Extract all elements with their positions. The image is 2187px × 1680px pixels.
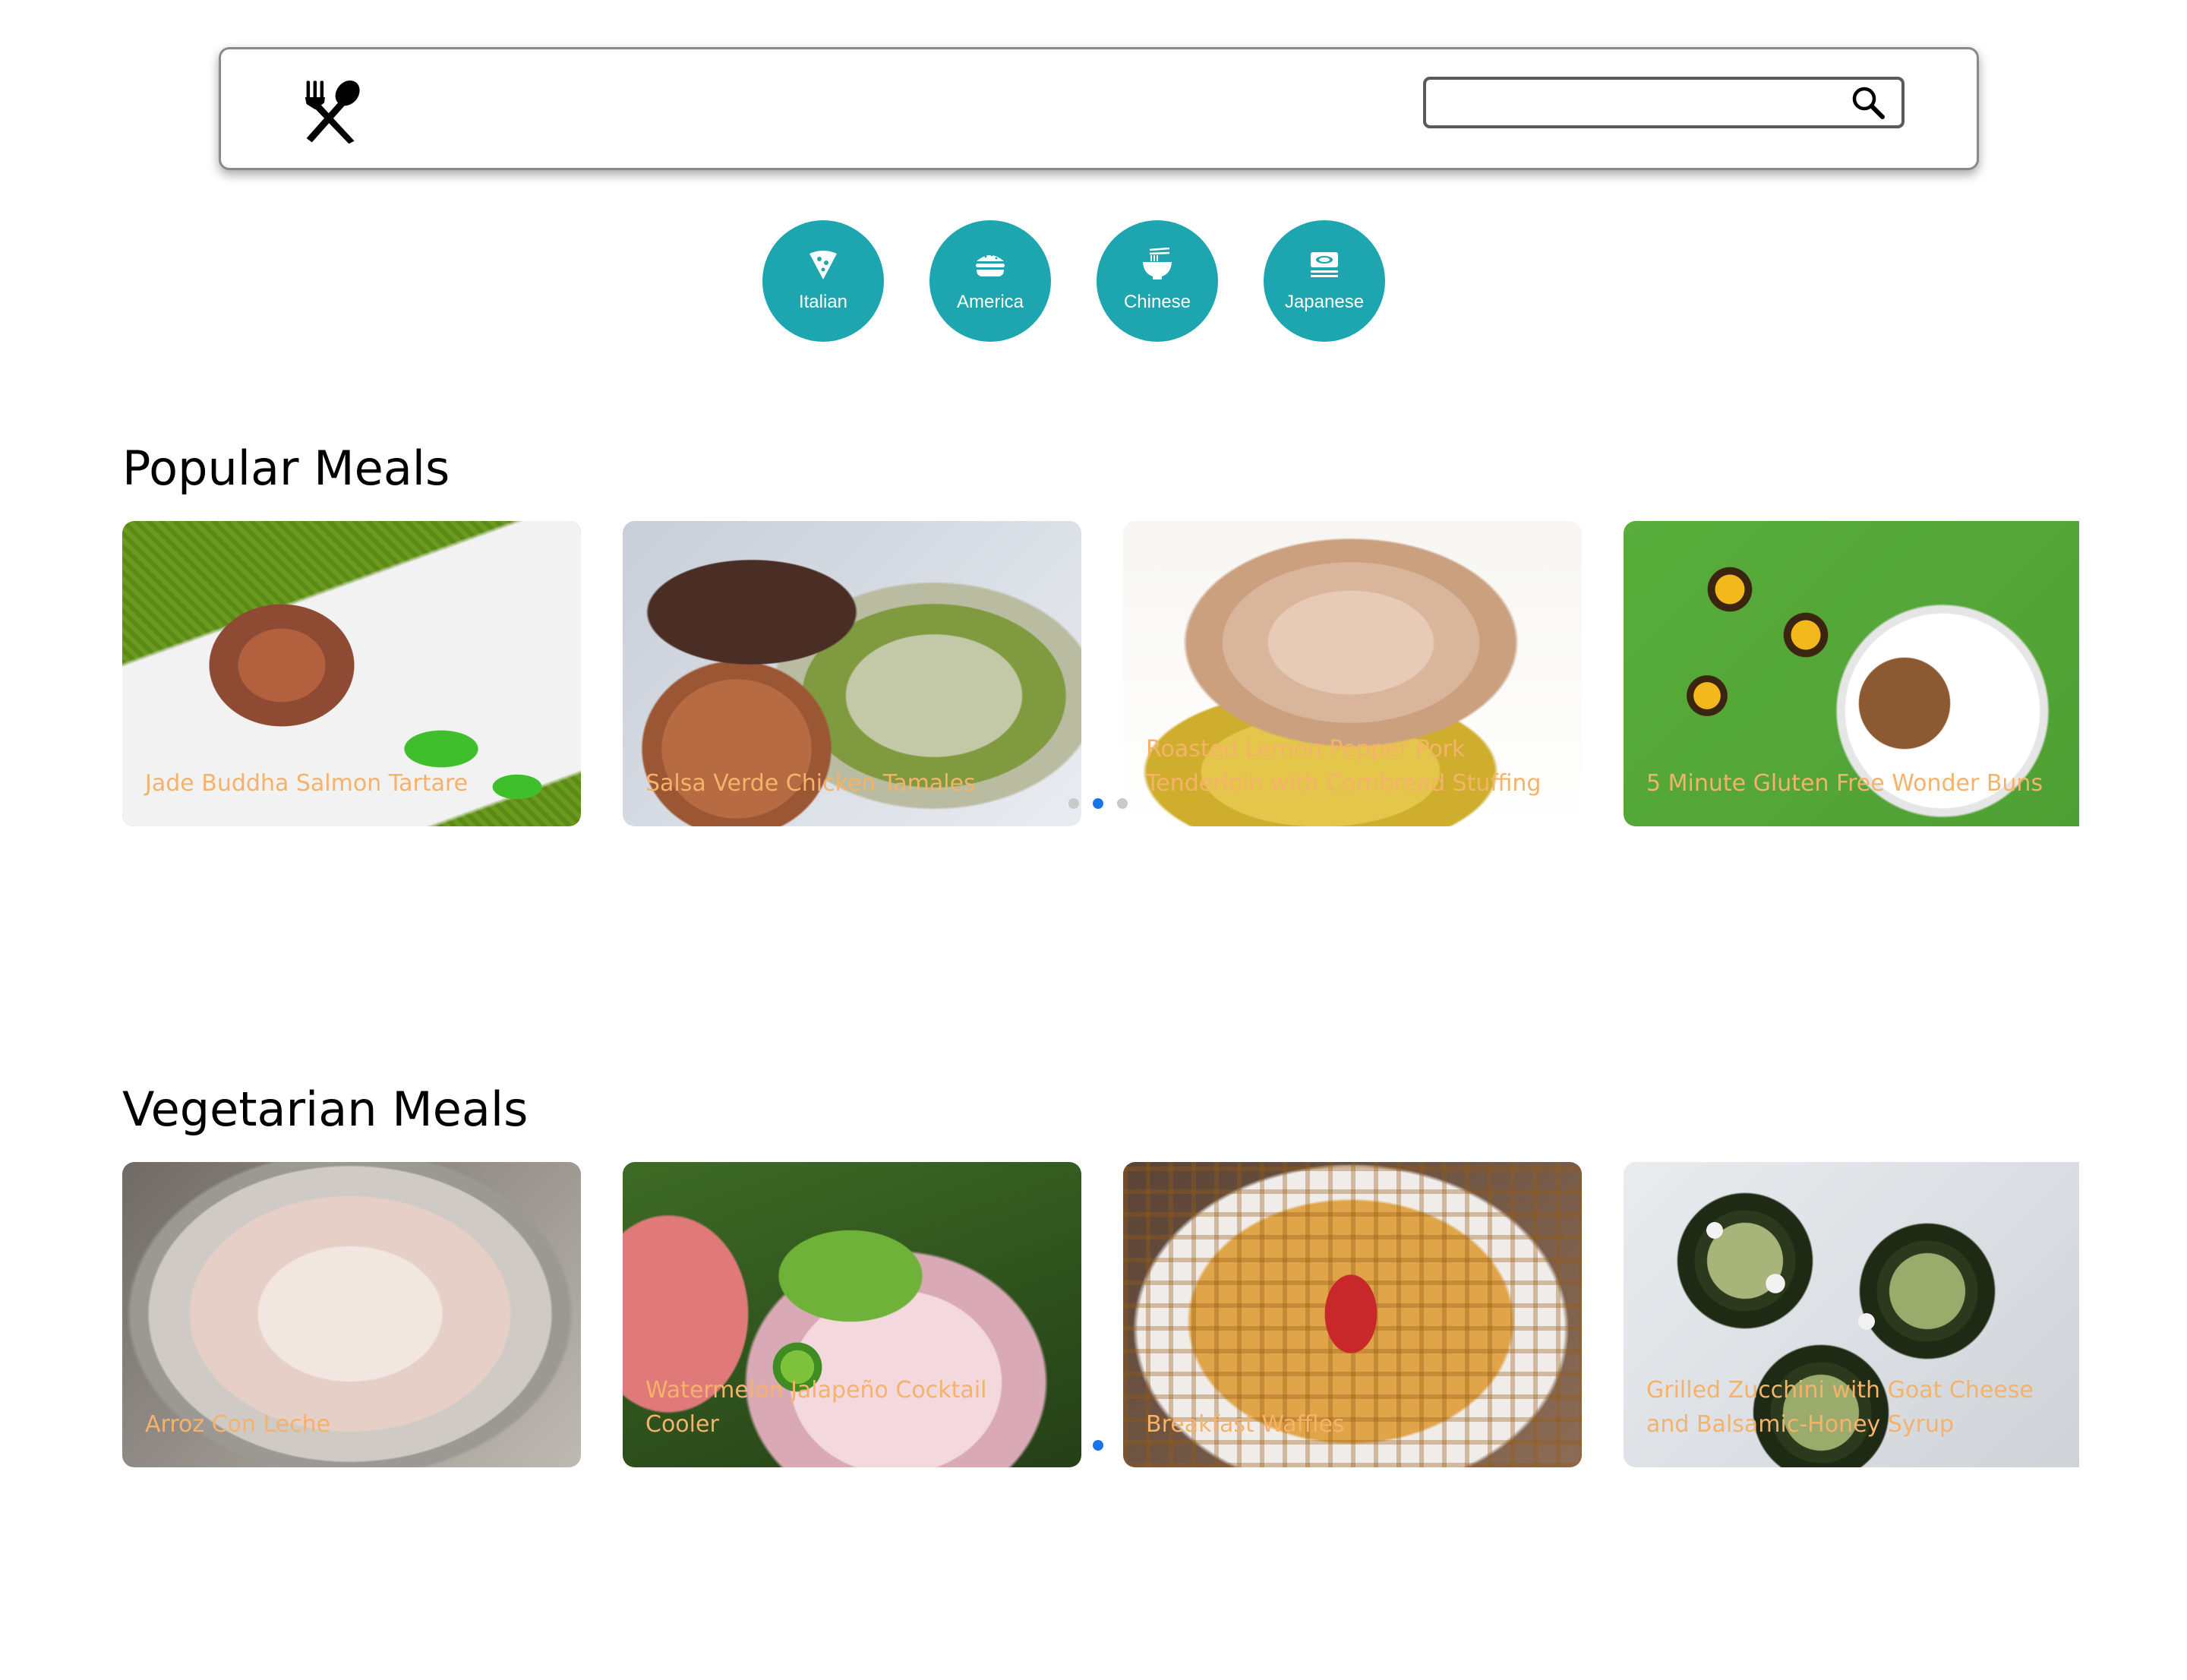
vegetarian-meals-carousel: Arroz Con Leche Watermelon Jalapeño Cock…	[122, 1162, 2081, 1467]
cuisine-japanese-button[interactable]: Japanese	[1264, 220, 1385, 342]
meal-caption: Jade Buddha Salmon Tartare	[145, 770, 469, 797]
cuisine-label: Chinese	[1123, 292, 1191, 312]
carousel-dot-active[interactable]	[1093, 1440, 1103, 1451]
meal-card[interactable]: Roasted Lemon Pepper Pork Tenderloin wit…	[1123, 521, 1582, 826]
meal-caption: Breakfast Waffles	[1146, 1411, 1345, 1438]
meal-caption: Salsa Verde Chicken Tamales	[645, 770, 976, 797]
meal-caption: Arroz Con Leche	[145, 1411, 331, 1438]
meal-card[interactable]: Breakfast Waffles	[1123, 1162, 1582, 1467]
pizza-slice-icon	[809, 251, 837, 279]
search-input[interactable]	[1434, 84, 1847, 122]
meal-card[interactable]: Salsa Verde Chicken Tamales	[623, 521, 1081, 826]
carousel-dot[interactable]	[1117, 798, 1128, 809]
search-icon[interactable]	[1850, 84, 1886, 121]
cuisine-label: Japanese	[1284, 292, 1365, 312]
meal-card[interactable]: 5 Minute Gluten Free Wonder Buns	[1624, 521, 2079, 826]
carousel-pagination	[1068, 798, 1137, 813]
meal-caption: Roasted Lemon Pepper Pork Tenderloin wit…	[1146, 736, 1542, 797]
carousel-dot[interactable]	[1068, 798, 1079, 809]
cuisine-america-button[interactable]: America	[929, 220, 1051, 342]
cuisine-label: America	[956, 292, 1024, 312]
cuisine-chinese-button[interactable]: Chinese	[1097, 220, 1218, 342]
cuisine-filter-group: Italian America Chinese Japanese	[762, 220, 1431, 342]
cuisine-italian-button[interactable]: Italian	[762, 220, 884, 342]
burger-icon	[976, 254, 1005, 276]
section-title-vegetarian: Vegetarian Meals	[122, 1082, 529, 1137]
carousel-pagination	[1093, 1440, 1108, 1455]
meal-caption: 5 Minute Gluten Free Wonder Buns	[1646, 770, 2043, 797]
fork-spoon-icon[interactable]	[297, 77, 365, 145]
meal-caption: Watermelon Jalapeño Cocktail Cooler	[645, 1377, 987, 1438]
meal-card[interactable]: Watermelon Jalapeño Cocktail Cooler	[623, 1162, 1081, 1467]
carousel-dot-active[interactable]	[1093, 798, 1103, 809]
cuisine-label: Italian	[798, 292, 848, 312]
noodle-bowl-icon	[1143, 248, 1172, 279]
meal-caption: Grilled Zucchini with Goat Cheese and Ba…	[1646, 1377, 2034, 1438]
meal-card[interactable]: Grilled Zucchini with Goat Cheese and Ba…	[1624, 1162, 2079, 1467]
popular-meals-carousel: Jade Buddha Salmon Tartare Salsa Verde C…	[122, 521, 2081, 826]
top-navigation-bar	[219, 47, 1979, 170]
search-bar	[1423, 77, 1905, 128]
meal-card[interactable]: Arroz Con Leche	[122, 1162, 581, 1467]
bento-box-icon	[1311, 252, 1338, 277]
section-title-popular: Popular Meals	[122, 441, 450, 496]
meal-card[interactable]: Jade Buddha Salmon Tartare	[122, 521, 581, 826]
